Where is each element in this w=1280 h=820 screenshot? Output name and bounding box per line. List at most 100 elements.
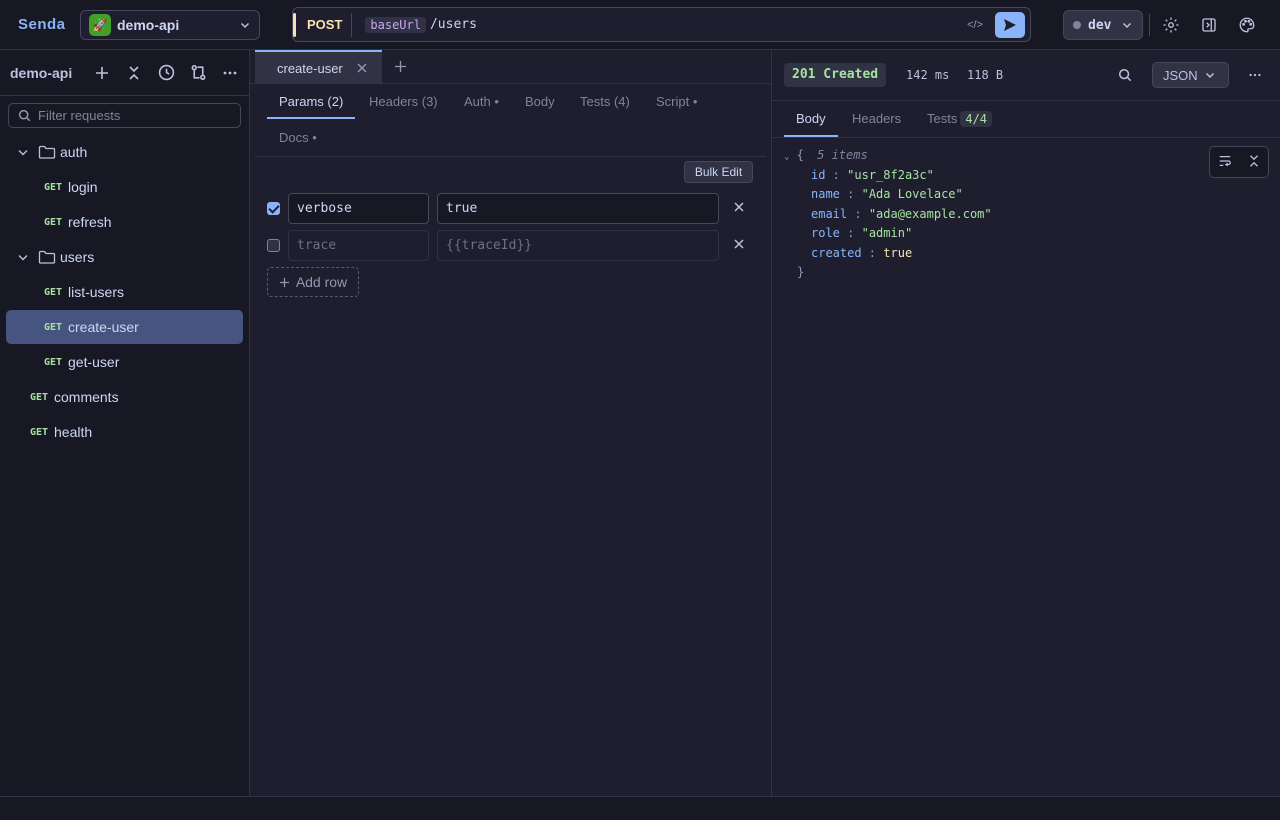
request-url-bar[interactable]: POST baseUrl /users </> bbox=[292, 7, 1031, 42]
top-bar: Senda 🚀 demo-api POST baseUrl /users </>… bbox=[0, 0, 1280, 50]
workspace-selector[interactable]: 🚀 demo-api bbox=[80, 10, 260, 40]
param-enabled-checkbox[interactable] bbox=[267, 239, 280, 252]
close-icon[interactable] bbox=[356, 62, 368, 74]
json-line: ⌄ { 5 items bbox=[784, 146, 992, 166]
add-row-button[interactable]: Add row bbox=[267, 267, 359, 297]
json-toolbar bbox=[1209, 146, 1269, 178]
json-key: name bbox=[811, 187, 840, 201]
send-button[interactable] bbox=[995, 11, 1025, 38]
folder-name: users bbox=[60, 249, 95, 265]
request-item-get-user[interactable]: GET get-user bbox=[6, 345, 243, 379]
tab-params[interactable]: Params (2) bbox=[267, 85, 356, 119]
tab-response-body[interactable]: Body bbox=[784, 101, 838, 137]
history-button[interactable] bbox=[150, 62, 182, 84]
request-item-create-user[interactable]: GET create-user bbox=[6, 310, 243, 344]
param-value-input[interactable]: {{traceId}} bbox=[437, 230, 719, 261]
tab-response-headers[interactable]: Headers bbox=[852, 101, 901, 137]
tab-auth[interactable]: Auth • bbox=[464, 85, 499, 119]
request-subtabs: Params (2) Headers (3) Auth • Body Tests… bbox=[267, 85, 767, 157]
tab-body[interactable]: Body bbox=[525, 85, 555, 119]
format-label: JSON bbox=[1163, 67, 1198, 83]
environment-selector[interactable]: dev bbox=[1063, 10, 1143, 40]
chevron-down-icon[interactable] bbox=[13, 146, 33, 158]
folder-users[interactable]: users bbox=[6, 240, 243, 274]
request-name: login bbox=[68, 179, 98, 195]
url-input[interactable]: baseUrl /users bbox=[365, 16, 967, 33]
format-selector[interactable]: JSON bbox=[1152, 62, 1229, 88]
tab-docs[interactable]: Docs • bbox=[279, 121, 317, 155]
new-tab-button[interactable] bbox=[394, 58, 407, 76]
json-key: created bbox=[811, 245, 862, 260]
request-item-comments[interactable]: GET comments bbox=[6, 380, 243, 414]
url-path: /users bbox=[429, 17, 477, 32]
tab-headers[interactable]: Headers (3) bbox=[369, 85, 438, 119]
request-tabs: create-user bbox=[250, 50, 771, 84]
wrap-lines-button[interactable] bbox=[1218, 154, 1232, 171]
json-value: "ada@example.com" bbox=[868, 206, 992, 221]
more-horizontal-icon bbox=[1249, 73, 1261, 77]
more-horizontal-icon bbox=[223, 71, 237, 74]
json-value: "admin" bbox=[861, 226, 913, 240]
request-item-login[interactable]: GET login bbox=[6, 170, 243, 204]
filter-input[interactable] bbox=[38, 108, 228, 123]
folder-auth[interactable]: auth bbox=[6, 135, 243, 169]
close-icon[interactable] bbox=[733, 201, 745, 213]
method-badge: GET bbox=[30, 426, 49, 438]
request-tab-label: create-user bbox=[277, 60, 343, 76]
tests-badge: 4/4 bbox=[960, 111, 993, 127]
request-name: get-user bbox=[68, 354, 120, 370]
git-button[interactable] bbox=[182, 62, 214, 84]
response-panel: 201 Created 142 ms 118 B JSON Body Heade… bbox=[771, 50, 1280, 796]
tab-script[interactable]: Script • bbox=[656, 85, 697, 119]
search-response-button[interactable] bbox=[1118, 68, 1132, 85]
request-item-refresh[interactable]: GET refresh bbox=[6, 205, 243, 239]
json-line: id : "usr_8f2a3c" bbox=[811, 167, 934, 182]
method-badge: GET bbox=[44, 216, 63, 228]
collapse-all-button[interactable] bbox=[118, 62, 150, 84]
theme-button[interactable] bbox=[1236, 14, 1258, 36]
request-editor: create-user Params (2) Headers (3) Auth … bbox=[250, 50, 771, 796]
subtabs-divider bbox=[255, 156, 766, 157]
json-line: } bbox=[784, 263, 992, 283]
response-more-button[interactable] bbox=[1248, 68, 1262, 85]
response-tabs-divider bbox=[772, 137, 1280, 138]
code-icon[interactable]: </> bbox=[967, 19, 983, 31]
json-line: created : true bbox=[811, 245, 913, 260]
request-tab-create-user[interactable]: create-user bbox=[255, 50, 382, 84]
new-request-button[interactable] bbox=[86, 62, 118, 84]
collapse-icon bbox=[129, 65, 139, 80]
chevron-down-icon[interactable] bbox=[13, 251, 33, 263]
search-icon bbox=[1118, 68, 1132, 82]
folder-icon bbox=[38, 145, 56, 159]
plus-icon bbox=[96, 66, 108, 79]
param-key-input[interactable]: trace bbox=[288, 230, 429, 261]
response-size: 118 B bbox=[967, 68, 1004, 82]
chevron-down-icon[interactable]: ⌄ bbox=[784, 152, 789, 162]
request-item-health[interactable]: GET health bbox=[6, 415, 243, 449]
plus-icon bbox=[279, 277, 289, 287]
tab-response-tests[interactable]: Tests 4/4 bbox=[927, 101, 993, 137]
toggle-panel-button[interactable] bbox=[1198, 14, 1220, 36]
add-row-label: Add row bbox=[295, 274, 348, 290]
more-button[interactable] bbox=[214, 62, 246, 84]
request-item-list-users[interactable]: GET list-users bbox=[6, 275, 243, 309]
settings-button[interactable] bbox=[1160, 14, 1182, 36]
param-value-input[interactable]: true bbox=[437, 193, 719, 224]
json-key: id bbox=[811, 167, 826, 182]
chevron-down-icon bbox=[1205, 72, 1215, 79]
json-brace: } bbox=[797, 265, 805, 279]
param-key-input[interactable]: verbose bbox=[288, 193, 429, 224]
request-name: health bbox=[54, 424, 93, 440]
close-icon[interactable] bbox=[733, 238, 745, 250]
collapse-json-button[interactable] bbox=[1247, 154, 1261, 171]
response-header: 201 Created 142 ms 118 B JSON bbox=[772, 50, 1280, 101]
tab-tests[interactable]: Tests (4) bbox=[580, 85, 630, 119]
method-badge: GET bbox=[44, 321, 63, 333]
method-selector[interactable]: POST bbox=[296, 12, 353, 37]
filter-requests[interactable] bbox=[8, 103, 241, 128]
environment-dot bbox=[1073, 21, 1081, 29]
json-value: true bbox=[883, 245, 913, 260]
collection-title: demo-api bbox=[10, 64, 73, 81]
param-enabled-checkbox[interactable] bbox=[267, 202, 280, 215]
bulk-edit-button[interactable]: Bulk Edit bbox=[684, 161, 753, 183]
